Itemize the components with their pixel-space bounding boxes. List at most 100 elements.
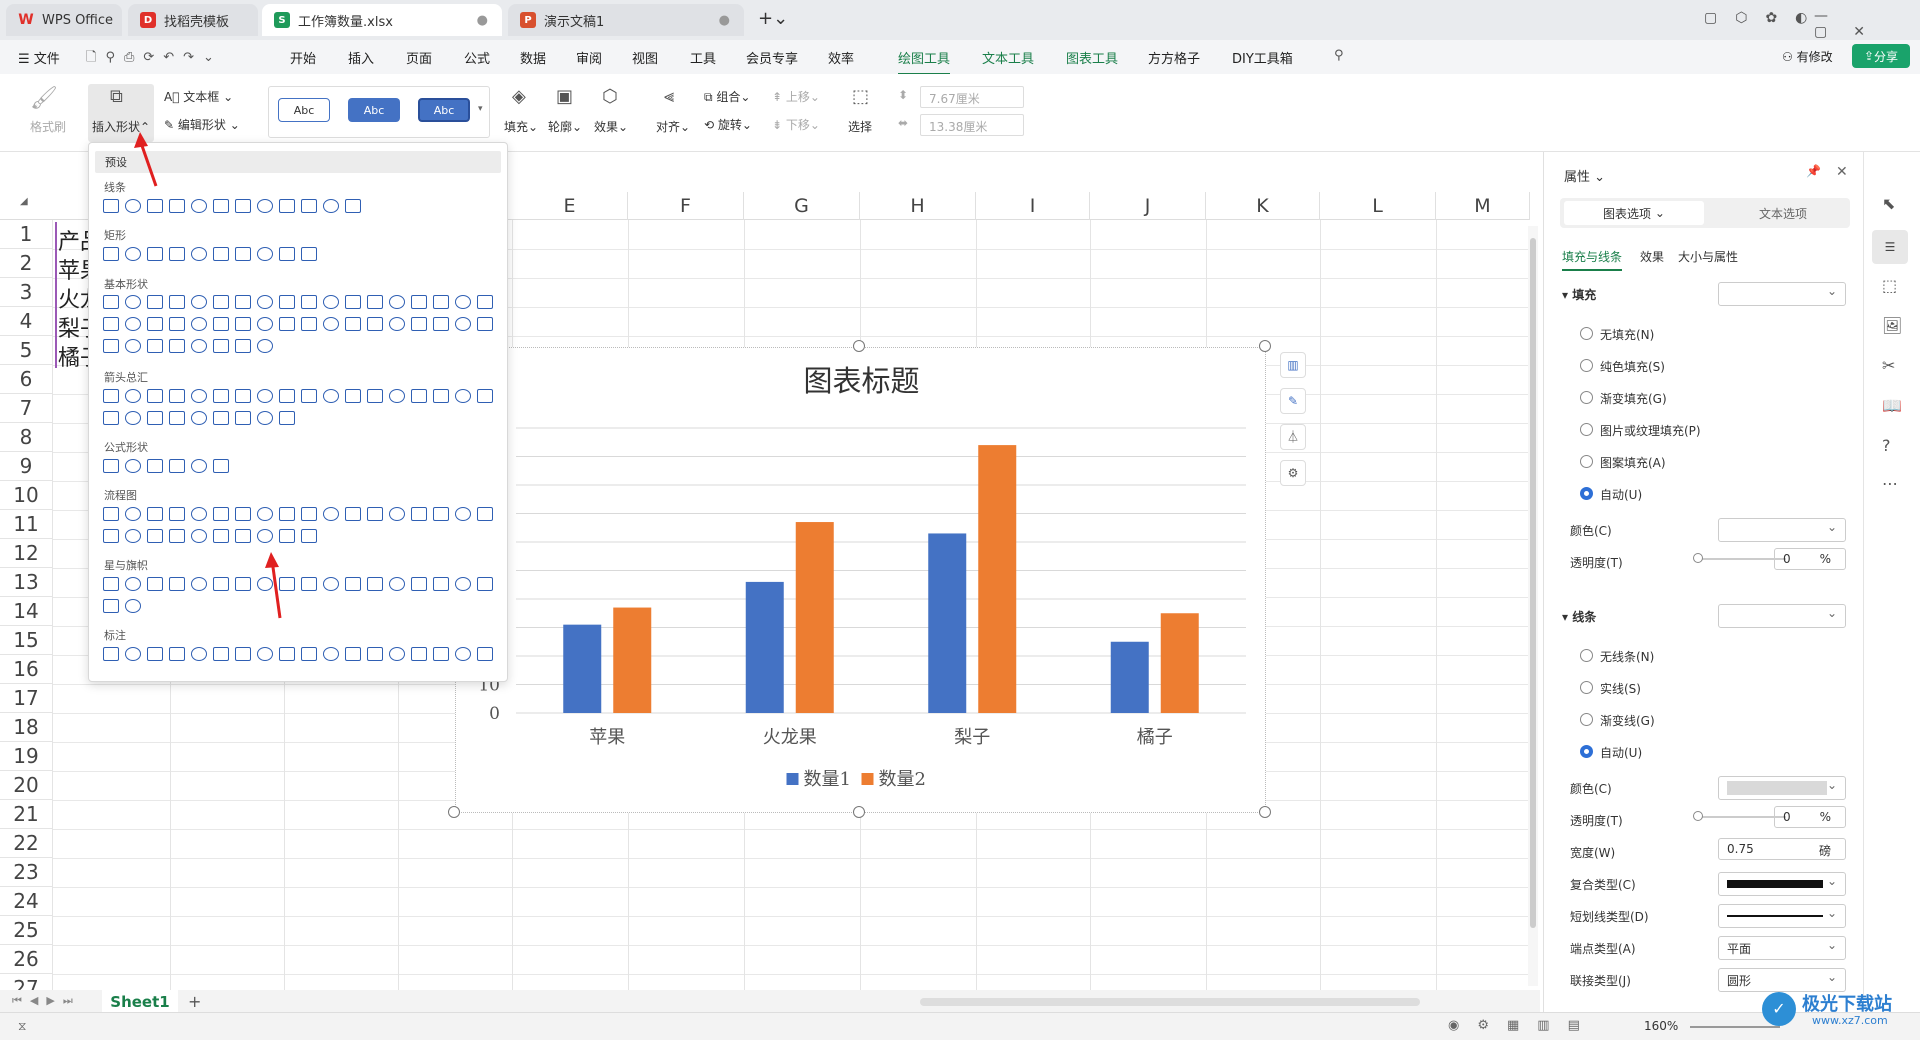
style-outline-swatch[interactable]: Abc (278, 98, 330, 122)
col-header-g[interactable]: G (744, 192, 860, 220)
shape-option[interactable] (279, 577, 295, 591)
search-icon[interactable]: ⚲ (1334, 48, 1344, 63)
shape-option[interactable] (257, 389, 273, 403)
shape-option[interactable] (213, 507, 229, 521)
effect-button[interactable]: 效果⌄ (594, 118, 628, 135)
shape-option[interactable] (235, 577, 251, 591)
shape-option[interactable] (213, 247, 229, 261)
shape-option[interactable] (279, 295, 295, 309)
view-mode-icons[interactable]: ◉⚙▦▥▤ (1448, 1018, 1598, 1033)
shape-option[interactable] (279, 247, 295, 261)
shape-option[interactable] (345, 577, 361, 591)
shape-option[interactable] (323, 577, 339, 591)
book-icon[interactable]: 📖 (1882, 396, 1902, 415)
shape-option[interactable] (257, 507, 273, 521)
new-tab-icon[interactable]: +⌄ (758, 8, 788, 29)
fill-button[interactable]: 填充⌄ (504, 118, 538, 135)
fill-radio[interactable] (1580, 487, 1593, 500)
shape-option[interactable] (191, 577, 207, 591)
row-header[interactable]: 26 (0, 945, 52, 974)
shape-option[interactable] (257, 577, 273, 591)
shape-option[interactable] (411, 507, 427, 521)
row-header[interactable]: 25 (0, 916, 52, 945)
shape-option[interactable] (125, 599, 141, 613)
compound-select[interactable] (1718, 872, 1846, 896)
edit-shape-button[interactable]: ✎ 编辑形状 ⌄ (164, 116, 240, 133)
line-color-select[interactable] (1718, 776, 1846, 800)
line-dropdown[interactable] (1718, 604, 1846, 628)
align-button[interactable]: 对齐⌄ (656, 118, 690, 135)
fill-radio[interactable] (1580, 391, 1593, 404)
shape-option[interactable] (103, 295, 119, 309)
menu-formula[interactable]: 公式 (464, 48, 490, 67)
row-header[interactable]: 4 (0, 307, 52, 336)
quick-access-icons[interactable]: 🗋⚲⎙⟳↶↷⌄ (86, 48, 223, 70)
row-header[interactable]: 23 (0, 858, 52, 887)
shape-option[interactable] (323, 507, 339, 521)
chart-elements-icon[interactable]: ▥ (1280, 352, 1306, 378)
shape-option[interactable] (301, 647, 317, 661)
shape-option[interactable] (103, 599, 119, 613)
tools-icon[interactable]: ✂ (1882, 356, 1895, 375)
shape-option[interactable] (213, 529, 229, 543)
shape-option[interactable] (257, 529, 273, 543)
selection-icon[interactable]: ⬚ (1882, 276, 1897, 295)
shape-option[interactable] (323, 317, 339, 331)
shape-option[interactable] (147, 317, 163, 331)
shape-option[interactable] (235, 647, 251, 661)
dash-select[interactable] (1718, 904, 1846, 928)
shape-option[interactable] (191, 247, 207, 261)
line-transparency-slider[interactable] (1696, 816, 1786, 818)
sheet-nav-icons[interactable]: ⏮◀▶⏭ (12, 994, 81, 1008)
scroll-thumb[interactable] (1530, 238, 1536, 928)
shape-option[interactable] (125, 389, 141, 403)
line-section-header[interactable]: ▾ 线条 (1562, 608, 1596, 625)
line-transparency-thumb[interactable] (1693, 811, 1703, 821)
chart-style-icon[interactable]: ✎ (1280, 388, 1306, 414)
row-header[interactable]: 2 (0, 249, 52, 278)
shape-option[interactable] (103, 459, 119, 473)
menu-tools[interactable]: 工具 (690, 48, 716, 67)
line-radio[interactable] (1580, 745, 1593, 758)
shape-option[interactable] (301, 577, 317, 591)
shape-option[interactable] (147, 647, 163, 661)
select-all-icon[interactable]: ◢ (20, 196, 28, 207)
text-box-button[interactable]: A⃞ 文本框 ⌄ (164, 88, 233, 105)
pin-icon[interactable]: 📌 (1806, 164, 1821, 178)
row-header[interactable]: 3 (0, 278, 52, 307)
shape-option[interactable] (301, 529, 317, 543)
shape-option[interactable] (103, 411, 119, 425)
height-input[interactable]: 7.67厘米 (920, 86, 1024, 108)
group-button[interactable]: ⧉ 组合⌄ (704, 88, 750, 105)
shape-option[interactable] (279, 647, 295, 661)
shape-option[interactable] (257, 647, 273, 661)
col-header-m[interactable]: M (1436, 192, 1530, 220)
shape-option[interactable] (279, 507, 295, 521)
fill-radio[interactable] (1580, 327, 1593, 340)
row-header[interactable]: 24 (0, 887, 52, 916)
move-down-button[interactable]: ⇟ 下移⌄ (772, 116, 820, 133)
menu-efficiency[interactable]: 效率 (828, 48, 854, 67)
chart-filter-icon[interactable]: ⏃ (1280, 424, 1306, 450)
row-header[interactable]: 16 (0, 655, 52, 684)
macro-icon[interactable]: ⧖ (18, 1019, 26, 1034)
shape-option[interactable] (235, 339, 251, 353)
subtab-effect[interactable]: 效果 (1640, 248, 1664, 265)
menu-start[interactable]: 开始 (290, 48, 316, 67)
chart-container[interactable]: 图表标题 10 0 苹果 火龙果 梨子 橘子 数量1 数量2 (455, 347, 1266, 813)
shape-option[interactable] (455, 295, 471, 309)
shape-option[interactable] (191, 339, 207, 353)
shape-option[interactable] (345, 199, 361, 213)
shape-option[interactable] (455, 507, 471, 521)
shape-option[interactable] (477, 647, 493, 661)
shape-option[interactable] (367, 295, 383, 309)
cap-select[interactable]: 平面 (1718, 936, 1846, 960)
shape-option[interactable] (345, 507, 361, 521)
shape-option[interactable] (411, 389, 427, 403)
shape-option[interactable] (235, 317, 251, 331)
help-icon[interactable]: ? (1882, 436, 1891, 455)
shape-option[interactable] (367, 389, 383, 403)
shape-option[interactable] (433, 507, 449, 521)
col-header-k[interactable]: K (1206, 192, 1320, 220)
menu-view[interactable]: 视图 (632, 48, 658, 67)
